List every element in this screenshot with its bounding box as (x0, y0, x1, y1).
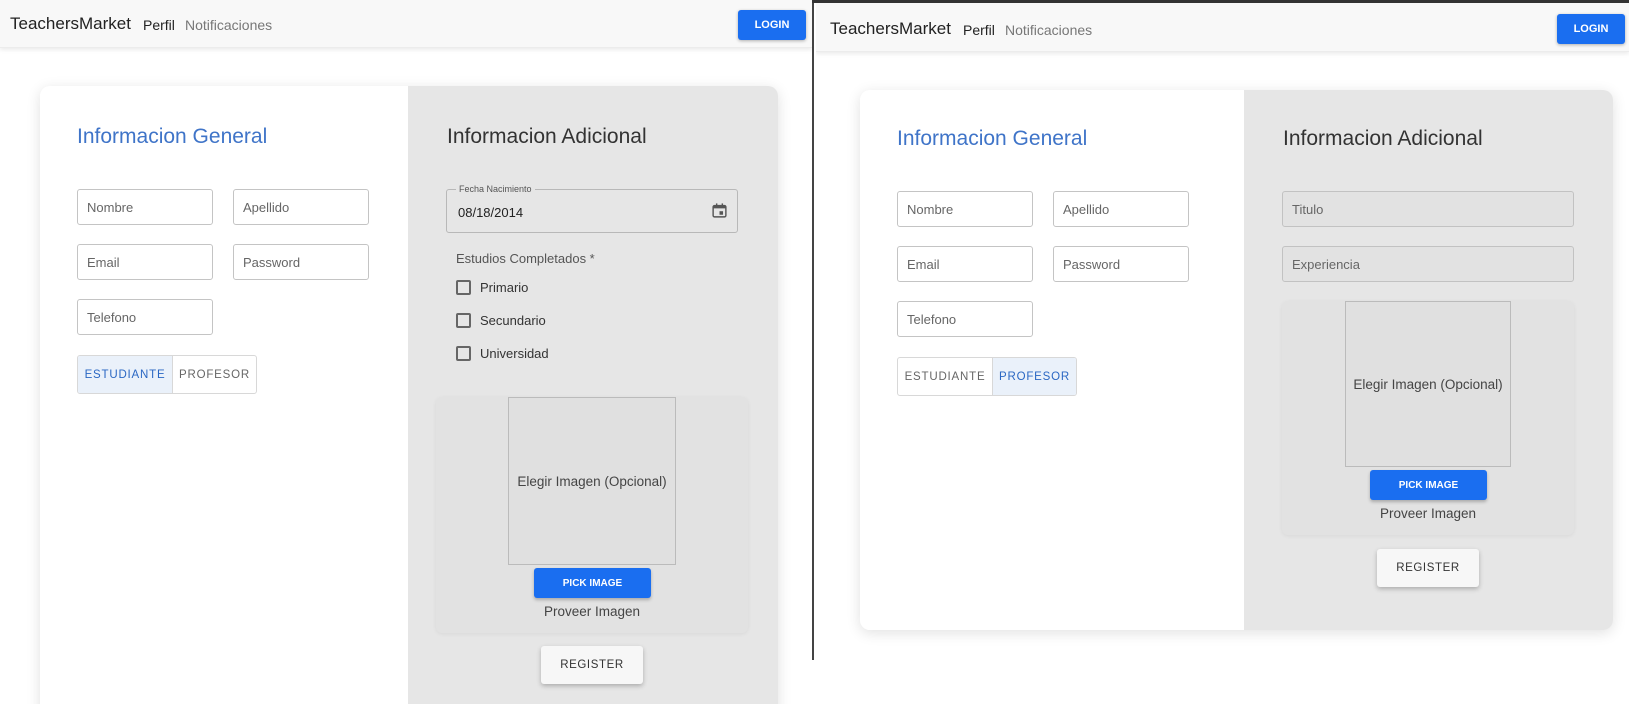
general-info-panel: Informacion General Nombre Apellido Emai… (860, 90, 1244, 630)
calendar-icon[interactable] (711, 202, 728, 219)
toggle-profesor[interactable]: PROFESOR (992, 358, 1076, 395)
studies-label: Estudios Completados * (456, 251, 595, 266)
check-universidad-label: Universidad (480, 346, 549, 361)
additional-info-title: Informacion Adicional (447, 125, 647, 148)
register-card: Informacion General Nombre Apellido Emai… (40, 86, 778, 704)
nav-link-perfil[interactable]: Perfil (963, 22, 995, 38)
telefono-input[interactable]: Telefono (897, 301, 1033, 337)
check-universidad[interactable]: Universidad (456, 346, 549, 361)
brand-link[interactable]: TeachersMarket (10, 14, 131, 34)
image-panel: Elegir Imagen (Opcional) PICK IMAGE Prov… (1282, 301, 1574, 535)
titulo-input[interactable]: Titulo (1282, 191, 1574, 227)
image-placeholder[interactable]: Elegir Imagen (Opcional) (508, 397, 676, 565)
telefono-input[interactable]: Telefono (77, 299, 213, 335)
image-placeholder[interactable]: Elegir Imagen (Opcional) (1345, 301, 1511, 467)
password-input[interactable]: Password (1053, 246, 1189, 282)
nombre-input[interactable]: Nombre (897, 191, 1033, 227)
navbar: TeachersMarket Perfil Notificaciones LOG… (816, 3, 1629, 52)
pick-image-button[interactable]: PICK IMAGE (534, 568, 651, 598)
pick-image-button[interactable]: PICK IMAGE (1370, 470, 1487, 500)
check-primario[interactable]: Primario (456, 280, 528, 295)
general-info-title: Informacion General (897, 127, 1088, 150)
birthdate-field[interactable]: Fecha Nacimiento 08/18/2014 (446, 184, 738, 233)
toggle-estudiante[interactable]: ESTUDIANTE (898, 358, 992, 395)
birthdate-value: 08/18/2014 (458, 205, 524, 220)
screenshot-divider (812, 0, 814, 660)
check-secundario-label: Secundario (480, 313, 546, 328)
checkbox[interactable] (456, 280, 471, 295)
additional-info-title: Informacion Adicional (1283, 127, 1483, 150)
toggle-estudiante[interactable]: ESTUDIANTE (78, 356, 172, 393)
register-card: Informacion General Nombre Apellido Emai… (860, 90, 1613, 630)
login-button[interactable]: LOGIN (1557, 14, 1625, 44)
check-primario-label: Primario (480, 280, 529, 295)
role-toggle: ESTUDIANTE PROFESOR (77, 355, 257, 394)
check-secundario[interactable]: Secundario (456, 313, 546, 328)
nombre-input[interactable]: Nombre (77, 189, 213, 225)
profesor-screen: TeachersMarket Perfil Notificaciones LOG… (816, 3, 1629, 663)
login-button[interactable]: LOGIN (738, 10, 806, 40)
email-input[interactable]: Email (897, 246, 1033, 282)
general-info-title: Informacion General (77, 125, 268, 148)
apellido-input[interactable]: Apellido (233, 189, 369, 225)
nav-link-notificaciones[interactable]: Notificaciones (185, 17, 272, 33)
general-info-panel: Informacion General Nombre Apellido Emai… (40, 86, 408, 704)
password-input[interactable]: Password (233, 244, 369, 280)
additional-info-panel: Informacion Adicional Titulo Experiencia… (1244, 90, 1613, 630)
apellido-input[interactable]: Apellido (1053, 191, 1189, 227)
proveer-imagen-label: Proveer Imagen (543, 604, 641, 619)
toggle-profesor[interactable]: PROFESOR (172, 356, 256, 393)
nav-link-perfil[interactable]: Perfil (143, 17, 175, 33)
register-button[interactable]: REGISTER (1377, 549, 1479, 587)
additional-info-panel: Informacion Adicional Fecha Nacimiento 0… (408, 86, 778, 704)
birthdate-label: Fecha Nacimiento (456, 184, 535, 194)
checkbox[interactable] (456, 346, 471, 361)
register-button[interactable]: REGISTER (541, 646, 643, 684)
experiencia-input[interactable]: Experiencia (1282, 246, 1574, 282)
proveer-imagen-label: Proveer Imagen (1379, 506, 1477, 521)
role-toggle: ESTUDIANTE PROFESOR (897, 357, 1077, 396)
email-input[interactable]: Email (77, 244, 213, 280)
checkbox[interactable] (456, 313, 471, 328)
brand-link[interactable]: TeachersMarket (830, 19, 951, 39)
estudiante-screen: TeachersMarket Perfil Notificaciones LOG… (0, 0, 812, 704)
nav-link-notificaciones[interactable]: Notificaciones (1005, 22, 1092, 38)
image-panel: Elegir Imagen (Opcional) PICK IMAGE Prov… (436, 397, 748, 633)
navbar: TeachersMarket Perfil Notificaciones LOG… (0, 0, 812, 48)
